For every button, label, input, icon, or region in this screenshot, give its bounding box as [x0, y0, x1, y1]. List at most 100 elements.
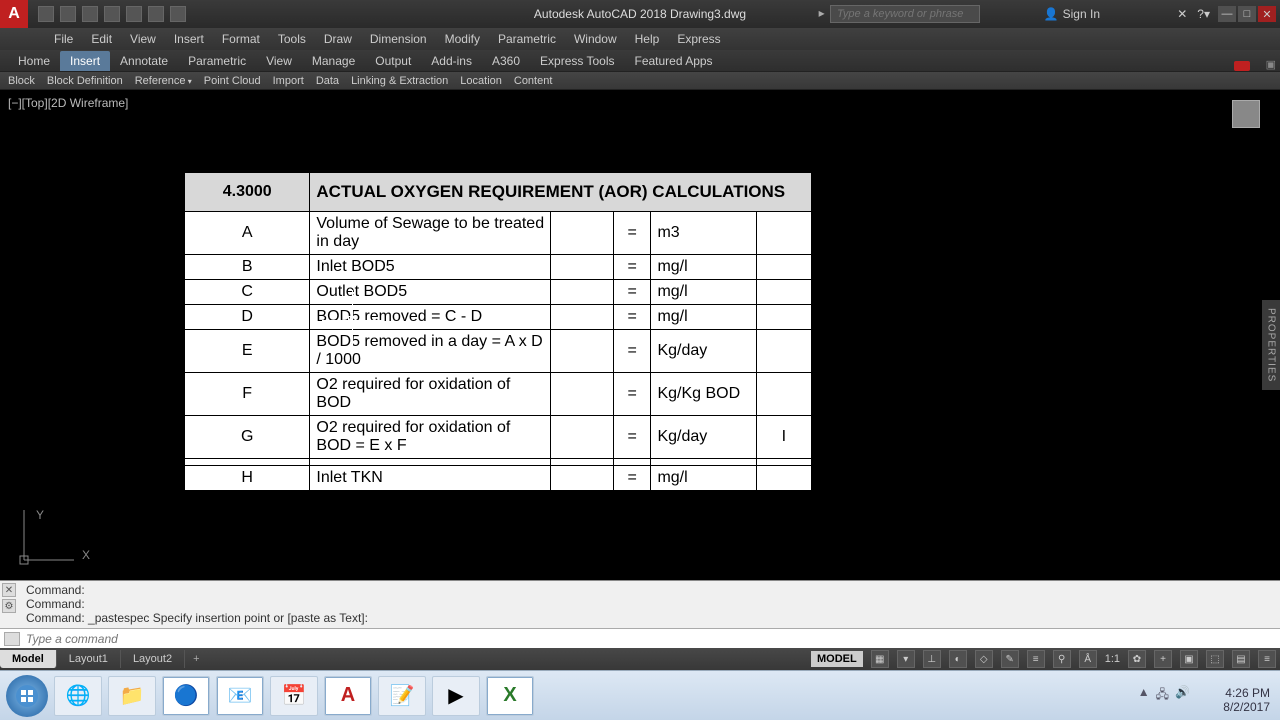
menu-file[interactable]: File	[54, 32, 73, 46]
gear-icon[interactable]: ✿	[1128, 650, 1146, 668]
menu-window[interactable]: Window	[574, 32, 617, 46]
row-blank	[551, 305, 614, 330]
panel-block-definition[interactable]: Block Definition	[47, 75, 123, 87]
layout-tab-layout1[interactable]: Layout1	[57, 650, 121, 668]
hardware-icon[interactable]: ⬚	[1206, 650, 1224, 668]
qat-saveas-icon[interactable]	[104, 6, 120, 22]
plus-icon[interactable]: +	[1154, 650, 1172, 668]
taskbar-excel-icon[interactable]: X	[486, 676, 534, 716]
qat-redo-icon[interactable]	[170, 6, 186, 22]
lineweight-icon[interactable]: ≡	[1027, 650, 1045, 668]
viewport-label[interactable]: [−][Top][2D Wireframe]	[8, 96, 128, 110]
add-layout-button[interactable]: +	[185, 650, 207, 668]
taskbar-autocad-icon[interactable]: A	[324, 676, 372, 716]
row-eq: =	[613, 280, 651, 305]
menu-draw[interactable]: Draw	[324, 32, 352, 46]
taskbar-calendar-icon[interactable]: 📅	[270, 676, 318, 716]
drawing-viewport[interactable]: [−][Top][2D Wireframe] 4.3000 ACTUAL OXY…	[0, 90, 1280, 580]
row-eq: =	[613, 305, 651, 330]
layout-tab-model[interactable]: Model	[0, 650, 57, 668]
taskbar-outlook-icon[interactable]: 📧	[216, 676, 264, 716]
tab-annotate[interactable]: Annotate	[110, 51, 178, 71]
walk-icon[interactable]: ⚲	[1053, 650, 1071, 668]
system-tray[interactable]: ▲ 🖧 🔊	[1138, 685, 1190, 706]
menu-dimension[interactable]: Dimension	[370, 32, 427, 46]
properties-palette-tab[interactable]: PROPERTIES	[1262, 300, 1280, 390]
taskbar-explorer-icon[interactable]: 📁	[108, 676, 156, 716]
taskbar-chrome-icon[interactable]: 🔵	[162, 676, 210, 716]
sign-in-button[interactable]: 👤 Sign In	[1044, 7, 1100, 21]
menu-modify[interactable]: Modify	[445, 32, 480, 46]
osnap-icon[interactable]: ◇	[975, 650, 993, 668]
menu-format[interactable]: Format	[222, 32, 260, 46]
tab-insert[interactable]: Insert	[60, 51, 110, 71]
tab-output[interactable]: Output	[365, 51, 421, 71]
polar-icon[interactable]: ◐	[949, 650, 967, 668]
taskbar-notepad-icon[interactable]: 📝	[378, 676, 426, 716]
menu-parametric[interactable]: Parametric	[498, 32, 556, 46]
close-button[interactable]: ✕	[1258, 6, 1276, 22]
tray-flag-icon[interactable]: ▲	[1138, 685, 1150, 706]
custom-icon[interactable]: ≡	[1258, 650, 1276, 668]
ortho-icon[interactable]: ⊥	[923, 650, 941, 668]
tray-network-icon[interactable]: 🖧	[1156, 685, 1169, 706]
tab-view[interactable]: View	[256, 51, 302, 71]
panel-reference[interactable]: Reference	[135, 75, 192, 87]
menu-edit[interactable]: Edit	[91, 32, 112, 46]
taskbar-media-icon[interactable]: ▶	[432, 676, 480, 716]
qat-save-icon[interactable]	[82, 6, 98, 22]
panel-data[interactable]: Data	[316, 75, 339, 87]
tray-sound-icon[interactable]: 🔊	[1175, 685, 1190, 706]
tab-featured-apps[interactable]: Featured Apps	[625, 51, 723, 71]
menu-insert[interactable]: Insert	[174, 32, 204, 46]
menu-view[interactable]: View	[130, 32, 156, 46]
maximize-button[interactable]: □	[1238, 6, 1256, 22]
tab-add-ins[interactable]: Add-ins	[421, 51, 482, 71]
panel-import[interactable]: Import	[273, 75, 304, 87]
help-icon[interactable]: ?▾	[1197, 7, 1210, 21]
row-eq: =	[613, 373, 651, 416]
record-icon[interactable]	[1234, 61, 1250, 71]
ribbon-close-icon[interactable]: ▣	[1266, 58, 1276, 71]
command-history: Command:Command:Command: _pastespec Spec…	[0, 581, 1280, 627]
start-button[interactable]	[6, 675, 48, 717]
tab-manage[interactable]: Manage	[302, 51, 365, 71]
menu-express[interactable]: Express	[677, 32, 720, 46]
minimize-button[interactable]: —	[1218, 6, 1236, 22]
app-logo[interactable]: A	[0, 0, 28, 28]
scale-label[interactable]: 1:1	[1105, 653, 1120, 665]
taskbar-clock[interactable]: 4:26 PM 8/2/2017	[1223, 686, 1270, 714]
qat-new-icon[interactable]	[38, 6, 54, 22]
menu-bar: File Edit View Insert Format Tools Draw Dimensi…	[0, 28, 1280, 50]
dyn-icon[interactable]: ✎	[1001, 650, 1019, 668]
view-cube[interactable]	[1232, 100, 1260, 128]
layout-tab-layout2[interactable]: Layout2	[121, 650, 185, 668]
exchange-icon[interactable]: ✕	[1177, 7, 1187, 21]
qat-print-icon[interactable]	[126, 6, 142, 22]
grid-icon[interactable]: ▦	[871, 650, 889, 668]
menu-help[interactable]: Help	[635, 32, 660, 46]
tab-a360[interactable]: A360	[482, 51, 530, 71]
isolate-icon[interactable]: ▣	[1180, 650, 1198, 668]
clean-icon[interactable]: ▤	[1232, 650, 1250, 668]
panel-location[interactable]: Location	[460, 75, 502, 87]
model-space-button[interactable]: MODEL	[811, 651, 863, 667]
panel-block[interactable]: Block	[8, 75, 35, 87]
panel-linking-extraction[interactable]: Linking & Extraction	[351, 75, 448, 87]
help-search-input[interactable]	[830, 5, 980, 23]
cmd-options-icon[interactable]: ⚙	[2, 599, 16, 613]
annoscale-icon[interactable]: Å	[1079, 650, 1097, 668]
snap-icon[interactable]: ▾	[897, 650, 915, 668]
cmd-close-icon[interactable]: ✕	[2, 583, 16, 597]
panel-point-cloud[interactable]: Point Cloud	[204, 75, 261, 87]
taskbar-ie-icon[interactable]: 🌐	[54, 676, 102, 716]
tab-express-tools[interactable]: Express Tools	[530, 51, 624, 71]
qat-open-icon[interactable]	[60, 6, 76, 22]
menu-tools[interactable]: Tools	[278, 32, 306, 46]
row-desc: Outlet BOD5	[310, 280, 551, 305]
qat-undo-icon[interactable]	[148, 6, 164, 22]
tab-home[interactable]: Home	[8, 51, 60, 71]
panel-content[interactable]: Content	[514, 75, 553, 87]
tab-parametric[interactable]: Parametric	[178, 51, 256, 71]
command-input[interactable]	[26, 632, 1280, 646]
